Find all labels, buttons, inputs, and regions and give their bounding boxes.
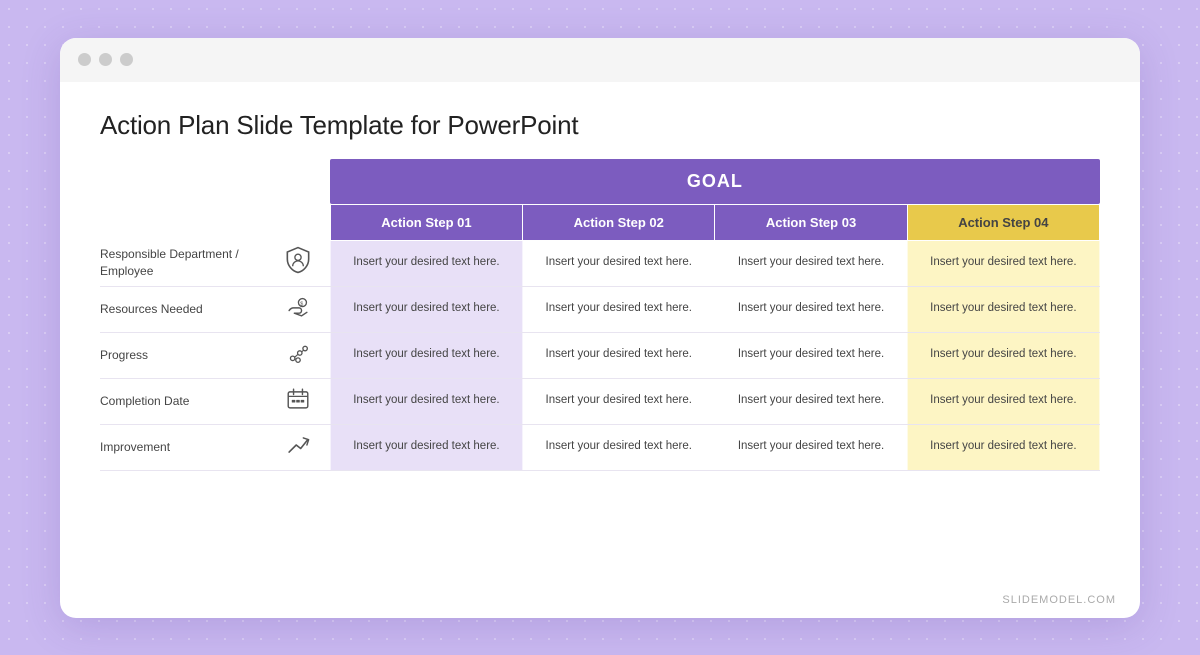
chart-dots-icon xyxy=(282,337,314,369)
slide-title: Action Plan Slide Template for PowerPoin… xyxy=(100,110,1100,141)
data-cell-2-2: Insert your desired text here. xyxy=(523,286,715,332)
hand-coin-icon: $ xyxy=(282,291,314,323)
browser-window: Action Plan Slide Template for PowerPoin… xyxy=(60,38,1140,618)
browser-bar xyxy=(60,38,1140,82)
step-header-3: Action Step 03 xyxy=(715,204,907,240)
data-cell-2-4: Insert your desired text here. xyxy=(907,286,1099,332)
table-row: Resources Needed $ Insert your desired t… xyxy=(100,286,1100,332)
row-icon-1 xyxy=(266,240,330,286)
row-icon-3 xyxy=(266,332,330,378)
data-cell-4-3: Insert your desired text here. xyxy=(715,378,907,424)
browser-dot-1 xyxy=(78,53,91,66)
data-cell-4-2: Insert your desired text here. xyxy=(523,378,715,424)
step-header-row: Action Step 01 Action Step 02 Action Ste… xyxy=(100,204,1100,240)
calendar-icon xyxy=(282,383,314,415)
row-label-1: Responsible Department / Employee xyxy=(100,240,266,286)
data-cell-5-4: Insert your desired text here. xyxy=(907,424,1099,470)
browser-content: Action Plan Slide Template for PowerPoin… xyxy=(60,82,1140,618)
table-row: Responsible Department / Employee Insert… xyxy=(100,240,1100,286)
watermark: SLIDEMODEL.COM xyxy=(1002,594,1116,606)
step-header-4: Action Step 04 xyxy=(907,204,1099,240)
data-cell-1-3: Insert your desired text here. xyxy=(715,240,907,286)
browser-dot-2 xyxy=(99,53,112,66)
goal-empty xyxy=(100,159,330,205)
table-row: Improvement Insert your desired text her… xyxy=(100,424,1100,470)
browser-dot-3 xyxy=(120,53,133,66)
data-cell-5-1: Insert your desired text here. xyxy=(330,424,522,470)
header-empty xyxy=(100,204,330,240)
data-cell-1-1: Insert your desired text here. xyxy=(330,240,522,286)
step-header-1: Action Step 01 xyxy=(330,204,522,240)
row-label-4: Completion Date xyxy=(100,378,266,424)
svg-text:$: $ xyxy=(300,301,303,307)
data-cell-5-3: Insert your desired text here. xyxy=(715,424,907,470)
step-header-2: Action Step 02 xyxy=(523,204,715,240)
row-icon-5 xyxy=(266,424,330,470)
table-row: Completion Date xyxy=(100,378,1100,424)
action-plan-table: GOAL Action Step 01 Action Step 02 Actio… xyxy=(100,159,1100,471)
goal-row: GOAL xyxy=(100,159,1100,205)
data-cell-2-3: Insert your desired text here. xyxy=(715,286,907,332)
data-cell-3-1: Insert your desired text here. xyxy=(330,332,522,378)
data-cell-2-1: Insert your desired text here. xyxy=(330,286,522,332)
row-icon-4 xyxy=(266,378,330,424)
chart-arrow-icon xyxy=(282,429,314,461)
row-icon-2: $ xyxy=(266,286,330,332)
goal-cell: GOAL xyxy=(330,159,1099,205)
data-cell-1-2: Insert your desired text here. xyxy=(523,240,715,286)
table-wrapper: GOAL Action Step 01 Action Step 02 Actio… xyxy=(100,159,1100,598)
row-label-5: Improvement xyxy=(100,424,266,470)
data-cell-4-1: Insert your desired text here. xyxy=(330,378,522,424)
data-cell-1-4: Insert your desired text here. xyxy=(907,240,1099,286)
row-label-3: Progress xyxy=(100,332,266,378)
shield-person-icon xyxy=(282,244,314,276)
data-cell-5-2: Insert your desired text here. xyxy=(523,424,715,470)
row-label-2: Resources Needed xyxy=(100,286,266,332)
data-cell-3-2: Insert your desired text here. xyxy=(523,332,715,378)
table-row: Progress Insert your desired t xyxy=(100,332,1100,378)
data-cell-3-3: Insert your desired text here. xyxy=(715,332,907,378)
data-cell-4-4: Insert your desired text here. xyxy=(907,378,1099,424)
data-cell-3-4: Insert your desired text here. xyxy=(907,332,1099,378)
